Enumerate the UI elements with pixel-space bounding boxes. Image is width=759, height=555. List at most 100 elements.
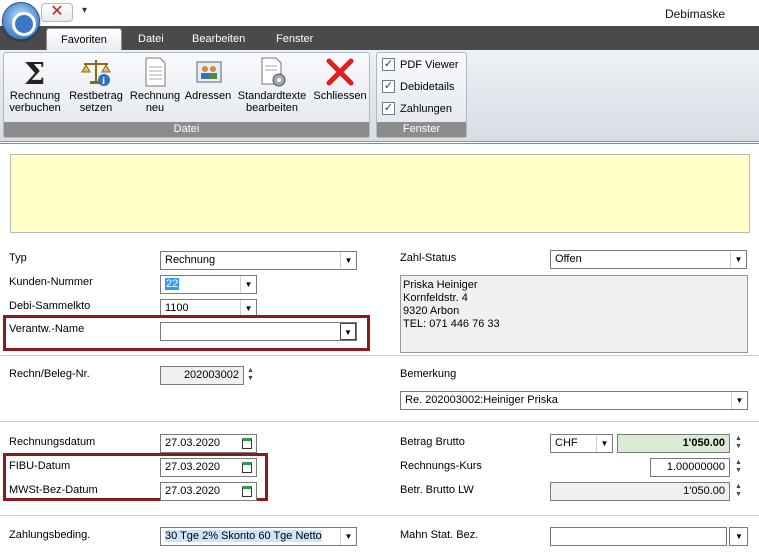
fibu-datum-label: FIBU-Datum xyxy=(9,460,71,472)
check-icon: ✓ xyxy=(382,57,395,71)
rechnungsdatum-label: Rechnungsdatum xyxy=(9,436,96,448)
currency-value: CHF xyxy=(555,437,578,449)
address-line: Priska Heiniger xyxy=(403,279,478,291)
app-menu-button[interactable] xyxy=(2,2,40,40)
checkbox-pdf-viewer[interactable]: ✓ PDF Viewer xyxy=(382,56,458,74)
debi-sammelkto-value: 1100 xyxy=(165,302,189,314)
mwst-bez-datum-label: MWSt-Bez-Datum xyxy=(9,484,98,496)
fibu-datum-input[interactable]: 27.03.2020 xyxy=(160,458,257,477)
zahl-status-select[interactable]: Offen ▼ xyxy=(550,250,747,269)
restbetrag-setzen-button[interactable]: i Restbetrag setzen xyxy=(66,56,126,114)
rechnung-neu-label-2: neu xyxy=(145,102,165,114)
svg-text:i: i xyxy=(102,77,105,87)
zahlungsbeding-label: Zahlungsbeding. xyxy=(9,529,91,541)
divider xyxy=(0,143,759,144)
restbetrag-setzen-label-2: setzen xyxy=(79,102,113,114)
svg-text:Σ: Σ xyxy=(24,57,45,88)
betrag-brutto-input[interactable]: 1'050.00 xyxy=(617,434,730,453)
tab-bearbeiten[interactable]: Bearbeiten xyxy=(178,28,259,50)
title-bar xyxy=(0,0,759,26)
rechnung-neu-label-1: Rechnung xyxy=(129,90,181,102)
checkbox-debidetails[interactable]: ✓ Debidetails xyxy=(382,78,454,96)
kunden-nummer-value: 22 xyxy=(165,278,180,290)
calendar-icon[interactable] xyxy=(242,438,252,449)
divider xyxy=(0,515,759,516)
betr-brutto-lw-input[interactable]: 1'050.00 xyxy=(550,482,730,501)
adressen-button[interactable]: Adressen xyxy=(183,56,233,102)
spinner-icon[interactable]: ▲ ▼ xyxy=(735,483,742,499)
tab-datei[interactable]: Datei xyxy=(124,28,178,50)
rechnung-verbuchen-label-2: verbuchen xyxy=(9,102,61,114)
group-label-datei: Datei xyxy=(4,122,369,137)
address-box: Priska Heiniger Kornfeldstr. 4 9320 Arbo… xyxy=(400,275,748,353)
sigma-icon: Σ xyxy=(19,56,51,92)
scales-icon: i xyxy=(80,56,112,88)
mahn-stat-bez-input[interactable] xyxy=(550,527,727,546)
divider xyxy=(0,355,759,356)
mahn-stat-bez-label: Mahn Stat. Bez. xyxy=(400,529,479,541)
calendar-icon[interactable] xyxy=(242,462,252,473)
zahlungen-label: Zahlungen xyxy=(400,103,452,115)
quick-access-close-icon[interactable]: ✕ xyxy=(41,3,73,22)
document-icon xyxy=(139,56,171,88)
check-icon: ✓ xyxy=(382,101,395,115)
mwst-bez-datum-value: 27.03.2020 xyxy=(165,485,221,497)
zahlungsbeding-select[interactable]: 30 Tge 2% Skonto 60 Tge Netto ▼ xyxy=(160,527,357,546)
mwst-bez-datum-input[interactable]: 27.03.2020 xyxy=(160,482,257,501)
typ-value: Rechnung xyxy=(165,254,216,266)
rechnung-verbuchen-label-1: Rechnung xyxy=(9,90,61,102)
kunden-nummer-select[interactable]: 22 ▼ xyxy=(160,275,257,294)
verantw-name-label: Verantw.-Name xyxy=(9,323,85,335)
currency-select[interactable]: CHF ▼ xyxy=(550,434,613,453)
rechnungs-kurs-label: Rechnungs-Kurs xyxy=(400,460,482,472)
kunden-nummer-label: Kunden-Nummer xyxy=(9,276,93,288)
group-label-fenster: Fenster xyxy=(377,122,466,137)
rechnungs-kurs-input[interactable]: 1.00000000 xyxy=(650,458,730,477)
chevron-down-icon: ▼ xyxy=(340,323,356,340)
note-textarea[interactable] xyxy=(10,154,750,233)
mahn-stat-bez-dropdown[interactable]: ▼ xyxy=(729,527,748,546)
zahl-status-label: Zahl-Status xyxy=(400,252,457,264)
chevron-down-icon: ▼ xyxy=(340,528,356,545)
spinner-icon[interactable]: ▲ ▼ xyxy=(247,367,254,383)
quick-access-dropdown-icon[interactable]: ▾ xyxy=(82,5,87,16)
schliessen-button[interactable]: Schliessen xyxy=(311,56,369,102)
divider xyxy=(0,421,759,422)
bemerkung-select[interactable]: Re. 202003002:Heiniger Priska ▼ xyxy=(400,391,748,410)
bemerkung-label: Bemerkung xyxy=(400,368,457,380)
address-line: TEL: 071 446 76 33 xyxy=(403,318,500,330)
tab-fenster[interactable]: Fenster xyxy=(262,28,327,50)
rechnung-neu-button[interactable]: Rechnung neu xyxy=(127,56,183,114)
fibu-datum-value: 27.03.2020 xyxy=(165,461,221,473)
rechnungsdatum-input[interactable]: 27.03.2020 xyxy=(160,434,257,453)
chevron-down-icon: ▼ xyxy=(731,392,747,409)
standardtexte-bearbeiten-button[interactable]: Standardtexte bearbeiten xyxy=(234,56,310,114)
bemerkung-value: Re. 202003002:Heiniger Priska xyxy=(405,394,558,406)
check-icon: ✓ xyxy=(382,79,395,93)
rechnung-verbuchen-button[interactable]: Σ Rechnung verbuchen xyxy=(6,56,64,114)
tab-favoriten[interactable]: Favoriten xyxy=(46,28,122,50)
window-title: Debimaske xyxy=(664,7,725,21)
verantw-name-select[interactable]: ▼ xyxy=(160,322,357,341)
betr-brutto-lw-label: Betr. Brutto LW xyxy=(400,484,474,496)
pdf-viewer-label: PDF Viewer xyxy=(400,59,459,71)
chevron-down-icon: ▼ xyxy=(730,251,746,268)
typ-select[interactable]: Rechnung ▼ xyxy=(160,251,357,270)
betrag-brutto-label: Betrag Brutto xyxy=(400,436,465,448)
address-book-icon xyxy=(192,56,224,88)
rechnungsdatum-value: 27.03.2020 xyxy=(165,437,221,449)
zahl-status-value: Offen xyxy=(555,253,582,265)
rechn-beleg-nr-input[interactable]: 202003002 xyxy=(160,366,244,385)
adressen-label: Adressen xyxy=(184,90,232,102)
rechn-beleg-nr-label: Rechn/Beleg-Nr. xyxy=(9,368,90,380)
spinner-icon[interactable]: ▲ ▼ xyxy=(735,435,742,451)
schliessen-label: Schliessen xyxy=(313,90,367,102)
calendar-icon[interactable] xyxy=(242,486,252,497)
checkbox-zahlungen[interactable]: ✓ Zahlungen xyxy=(382,100,452,118)
chevron-down-icon: ▼ xyxy=(240,276,256,293)
spinner-icon[interactable]: ▲ ▼ xyxy=(735,459,742,475)
address-line: Kornfeldstr. 4 xyxy=(403,292,468,304)
chevron-down-icon: ▼ xyxy=(340,252,356,269)
red-x-icon xyxy=(324,56,356,88)
standardtexte-label-2: bearbeiten xyxy=(246,102,298,114)
